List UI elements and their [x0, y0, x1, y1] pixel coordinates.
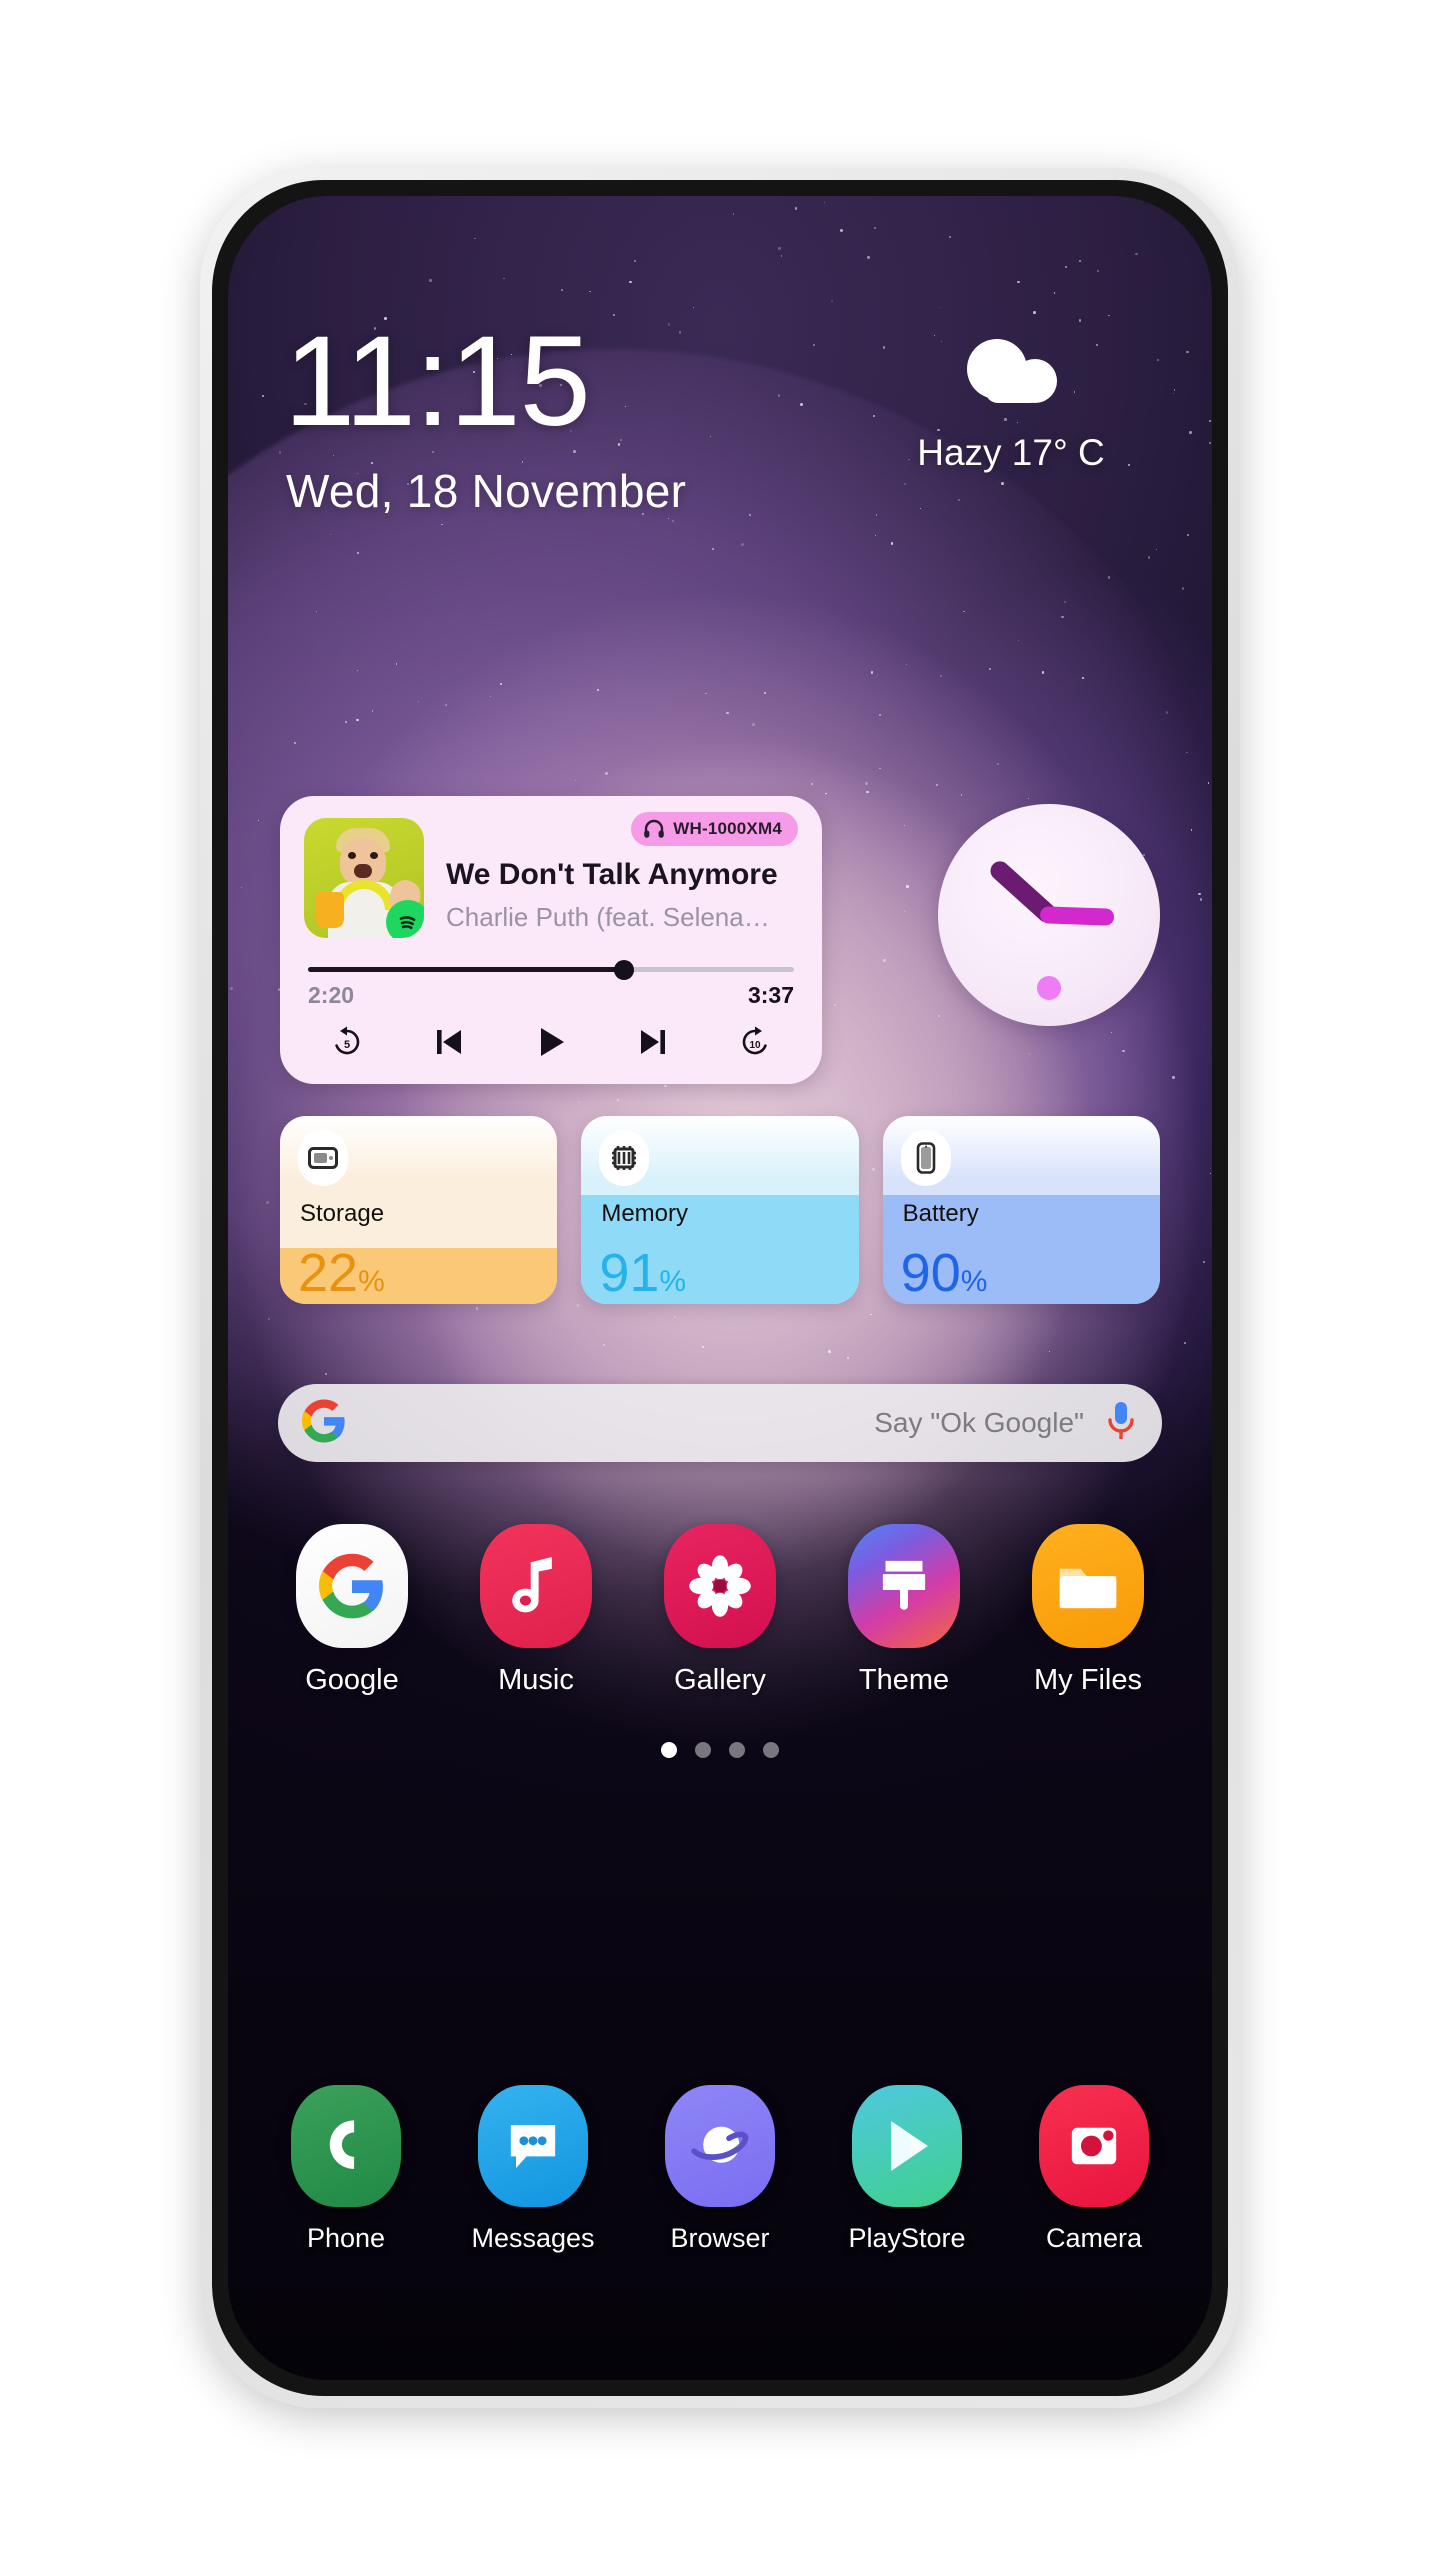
app-gallery[interactable]: Gallery	[636, 1524, 804, 1697]
play-triangle-icon[interactable]	[852, 2085, 962, 2207]
app-label: Theme	[858, 1664, 950, 1696]
svg-text:5: 5	[344, 1039, 350, 1051]
weather-label: Hazy 17° C	[917, 432, 1105, 473]
message-bubble-icon[interactable]	[478, 2085, 588, 2207]
app-label: Music	[498, 1664, 574, 1696]
stat-label: Battery	[902, 1200, 979, 1227]
memory-chip-icon	[599, 1130, 650, 1186]
phone-handset-icon[interactable]	[291, 2085, 401, 2207]
progress-slider[interactable]	[304, 960, 798, 980]
elapsed-time: 2:20	[308, 982, 355, 1008]
clock-marker-dot	[1037, 976, 1061, 1000]
album-art	[304, 818, 424, 938]
track-title: We Don't Talk Anymore	[446, 858, 778, 891]
stat-card-battery[interactable]: Battery 90%	[882, 1116, 1160, 1304]
cloud-icon	[866, 320, 1156, 430]
app-my-files[interactable]: My Files	[1004, 1524, 1172, 1697]
camera-icon[interactable]	[1039, 2085, 1149, 2207]
time-row: 2:20 3:37	[304, 982, 798, 1012]
dock-app-messages[interactable]: Messages	[447, 2085, 619, 2254]
previous-track-button[interactable]	[422, 1018, 476, 1066]
page-dot-2[interactable]	[729, 1742, 745, 1758]
search-input[interactable]: Say "Ok Google"	[346, 1407, 1104, 1439]
stat-card-memory[interactable]: Memory 91%	[581, 1116, 859, 1304]
browser-planet-icon[interactable]	[665, 2085, 775, 2207]
weather-widget[interactable]: Hazy 17° C	[866, 320, 1156, 474]
progress-knob[interactable]	[614, 960, 635, 980]
google-app-icon[interactable]	[296, 1524, 408, 1648]
music-player-widget[interactable]: WH-1000XM4 We Don't Talk Anymore Charlie…	[280, 796, 822, 1084]
track-info: WH-1000XM4 We Don't Talk Anymore Charlie…	[446, 812, 798, 940]
dock-app-camera[interactable]: Camera	[1008, 2085, 1180, 2254]
next-track-button[interactable]	[626, 1018, 680, 1066]
connected-device-badge[interactable]: WH-1000XM4	[631, 812, 798, 846]
dock-label: Messages	[471, 2223, 595, 2253]
battery-phone-icon	[900, 1130, 951, 1186]
app-label: My Files	[1034, 1664, 1142, 1696]
dock: Phone Messages Browser PlayStore Camera	[260, 2085, 1180, 2254]
stat-value: 91%	[599, 1243, 687, 1303]
microphone-icon[interactable]	[1104, 1399, 1138, 1448]
app-google[interactable]: Google	[268, 1524, 436, 1697]
page-dot-0[interactable]	[661, 1742, 677, 1758]
stat-card-storage[interactable]: Storage 22%	[280, 1116, 558, 1304]
system-stats-row: Storage 22% Memory 91% Battery 90%	[280, 1116, 1160, 1304]
play-button[interactable]	[524, 1018, 578, 1066]
rewind-5-button[interactable]: 5	[320, 1018, 374, 1066]
headphones-icon	[644, 819, 665, 838]
music-note-icon[interactable]	[480, 1524, 592, 1648]
my-files-folder-icon[interactable]	[1032, 1524, 1144, 1648]
app-grid: Google Music Gallery Theme My Files	[268, 1524, 1172, 1697]
storage-card-icon	[298, 1130, 348, 1186]
playback-controls: 5 10	[304, 1012, 798, 1066]
screenshot-root: 11:15 Wed, 18 November Hazy 17° C WH-100…	[0, 0, 1440, 2560]
app-label: Google	[305, 1664, 399, 1696]
stat-value: 90%	[900, 1243, 988, 1303]
dock-label: Browser	[670, 2223, 770, 2253]
page-indicator[interactable]	[228, 1742, 1212, 1758]
spotify-icon	[386, 900, 424, 938]
forward-10-button[interactable]: 10	[728, 1018, 782, 1066]
stat-label: Storage	[300, 1200, 385, 1227]
total-time: 3:37	[747, 982, 794, 1008]
gallery-flower-icon[interactable]	[664, 1524, 776, 1648]
dock-label: Camera	[1045, 2223, 1143, 2253]
track-artist: Charlie Puth (feat. Selena…	[446, 902, 770, 932]
dock-app-phone[interactable]: Phone	[260, 2085, 432, 2254]
date-label: Wed, 18 November	[286, 465, 687, 517]
page-dot-1[interactable]	[695, 1742, 711, 1758]
digital-clock: 11:15	[284, 310, 591, 453]
google-search-bar[interactable]: Say "Ok Google"	[278, 1384, 1162, 1462]
stat-value: 22%	[298, 1243, 385, 1303]
app-theme[interactable]: Theme	[820, 1524, 988, 1697]
stat-label: Memory	[601, 1200, 688, 1227]
music-header: WH-1000XM4 We Don't Talk Anymore Charlie…	[304, 812, 798, 940]
dock-label: PlayStore	[848, 2223, 966, 2253]
progress-fill	[308, 967, 625, 972]
dock-label: Phone	[306, 2223, 386, 2253]
dock-app-playstore[interactable]: PlayStore	[821, 2085, 993, 2254]
app-label: Gallery	[674, 1664, 766, 1696]
app-music[interactable]: Music	[452, 1524, 620, 1697]
theme-brush-icon[interactable]	[848, 1524, 960, 1648]
lockscreen-status: 11:15 Wed, 18 November Hazy 17° C	[228, 308, 1212, 538]
google-g-icon	[302, 1398, 346, 1448]
dock-app-browser[interactable]: Browser	[634, 2085, 806, 2254]
device-name: WH-1000XM4	[673, 819, 782, 838]
clock-minute-hand	[1039, 906, 1115, 926]
page-dot-3[interactable]	[763, 1742, 779, 1758]
phone-screen[interactable]: 11:15 Wed, 18 November Hazy 17° C WH-100…	[228, 196, 1212, 2380]
svg-text:10: 10	[749, 1040, 761, 1051]
analog-clock-widget[interactable]	[938, 804, 1160, 1026]
